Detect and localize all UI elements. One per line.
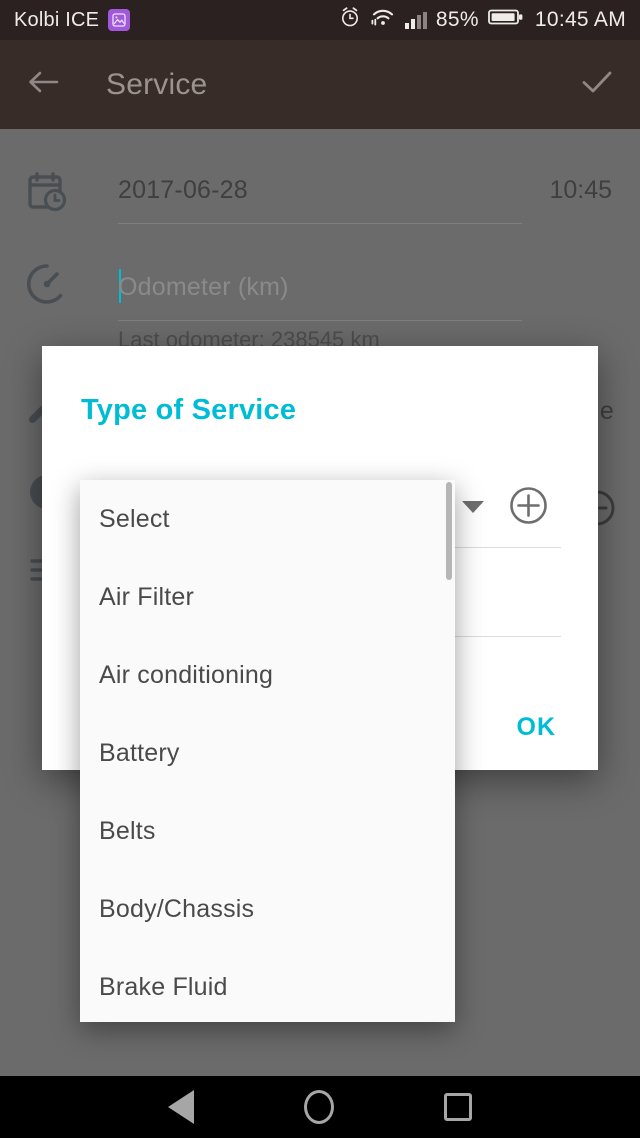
status-bar-icons: 85% 10:45 AM: [339, 6, 626, 34]
app-bar: Service: [0, 40, 640, 129]
date-value[interactable]: 2017-06-28: [118, 176, 248, 205]
battery-icon: [487, 7, 524, 33]
back-arrow-icon[interactable]: [26, 67, 60, 102]
battery-percent-label: 85%: [435, 8, 479, 31]
service-partial-label: e: [599, 397, 614, 425]
speedometer-icon: [24, 261, 70, 312]
chevron-down-icon[interactable]: [462, 501, 484, 513]
service-type-dropdown[interactable]: Select Air Filter Air conditioning Batte…: [80, 480, 455, 1022]
dialog-title: Type of Service: [81, 394, 297, 426]
screenshot-badge-icon: [108, 9, 131, 31]
carrier-label: Kolbi ICE: [14, 8, 100, 31]
android-nav-bar: [0, 1076, 640, 1138]
nav-recents-icon[interactable]: [444, 1093, 472, 1121]
date-field-underline: [118, 223, 522, 224]
dropdown-item-brake-fluid[interactable]: Brake Fluid: [80, 948, 455, 1022]
odometer-field-underline: [118, 320, 522, 321]
dropdown-item-select[interactable]: Select: [80, 480, 455, 558]
dropdown-scrollbar[interactable]: [446, 482, 452, 580]
dropdown-item-battery[interactable]: Battery: [80, 714, 455, 792]
ok-button[interactable]: OK: [517, 713, 557, 742]
dropdown-item-body-chassis[interactable]: Body/Chassis: [80, 870, 455, 948]
dropdown-item-belts[interactable]: Belts: [80, 792, 455, 870]
signal-bars-icon: [404, 11, 427, 29]
nav-back-icon[interactable]: [168, 1090, 194, 1124]
nav-home-icon[interactable]: [304, 1090, 334, 1124]
dropdown-item-air-filter[interactable]: Air Filter: [80, 558, 455, 636]
time-value[interactable]: 10:45: [549, 176, 612, 205]
status-bar-clock: 10:45 AM: [534, 8, 626, 31]
circle-plus-icon[interactable]: [508, 485, 549, 526]
status-bar: Kolbi ICE 85% 10:45 AM: [0, 0, 640, 40]
page-title: Service: [106, 67, 208, 101]
dropdown-item-air-conditioning[interactable]: Air conditioning: [80, 636, 455, 714]
phone-screen: Kolbi ICE 85% 10:45 AM Service 2017-06-2…: [0, 0, 640, 1138]
alarm-icon: [339, 6, 361, 34]
wifi-icon: [370, 7, 396, 33]
check-icon[interactable]: [580, 67, 614, 102]
calendar-clock-icon[interactable]: [24, 169, 70, 220]
odometer-placeholder[interactable]: Odometer (km): [118, 273, 289, 302]
